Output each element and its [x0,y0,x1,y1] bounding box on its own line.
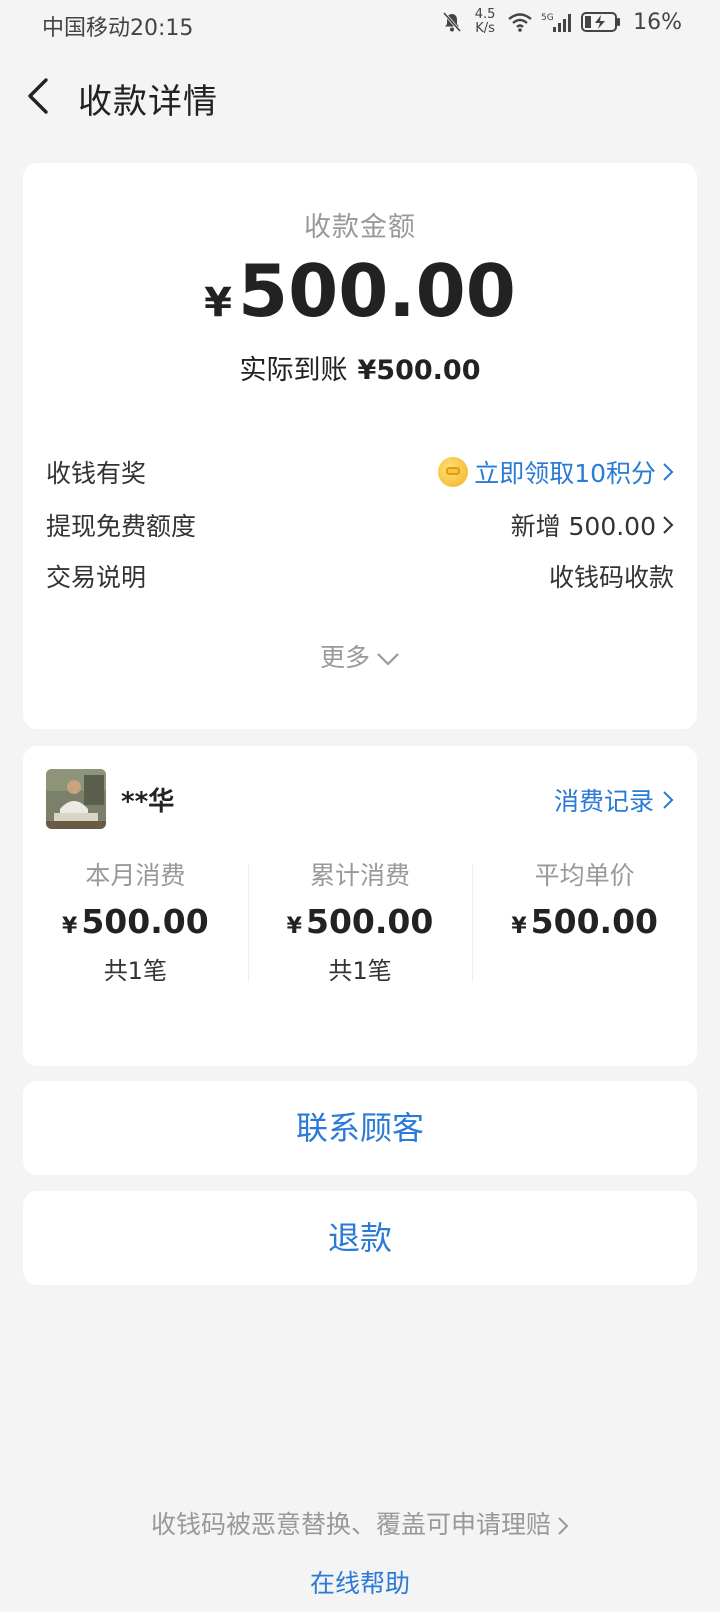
avatar-image [46,769,106,829]
free-quota-label: 提现免费额度 [46,512,197,541]
currency-symbol: ¥ [511,914,527,939]
battery-percent: 16% [633,9,682,35]
stat-total: 累计消费 ¥500.00 共1笔 [247,856,473,996]
status-bar: 中国移动20:15 4.5 K/s 5G 16% [0,0,720,48]
transaction-desc-label: 交易说明 [46,563,147,592]
stat-average: 平均单价 ¥500.00 [472,856,697,996]
net-speed: 4.5 K/s [471,8,499,36]
currency-symbol: ¥ [286,914,302,939]
customer-name: **华 [121,787,175,817]
stat-label: 本月消费 [85,861,186,890]
reward-link[interactable]: 立即领取10积分 [438,454,674,490]
currency-symbol: ¥ [62,914,78,939]
stat-value: ¥500.00 [248,902,473,941]
chevron-right-icon [663,791,674,809]
reward-value: 立即领取10积分 [474,459,656,488]
stat-value: ¥500.00 [472,902,697,941]
amount-label: 收款金额 [304,212,416,243]
refund-button[interactable]: 退款 [23,1191,697,1285]
stat-month: 本月消费 ¥500.00 共1笔 [23,856,248,996]
signal-5g-icon: 5G [541,13,572,32]
stat-count: 共1笔 [328,957,392,985]
claim-link[interactable]: 收钱码被恶意替换、覆盖可申请理赔 [0,1505,720,1541]
refund-card: 退款 [23,1191,697,1285]
amount-card: 收款金额 ¥500.00 实际到账 ¥500.00 收钱有奖 立即领取10积分 提… [23,163,697,729]
amount-currency: ¥ [204,280,232,326]
mute-bell-icon [442,12,462,32]
online-help-link[interactable]: 在线帮助 [0,1564,720,1600]
net-speed-value: 4.5 [474,7,496,22]
chevron-right-icon [663,516,674,534]
customer-stats: 本月消费 ¥500.00 共1笔 累计消费 ¥500.00 共1笔 平均单价 ¥… [23,856,697,996]
records-label: 消费记录 [553,787,654,816]
actual-label: 实际到账 [239,355,348,386]
customer-avatar[interactable] [46,769,106,829]
more-button[interactable]: 更多 [23,638,697,674]
transaction-desc-row: 交易说明 收钱码收款 [46,558,674,598]
customer-card: **华 消费记录 本月消费 ¥500.00 共1笔 累计消费 ¥500.00 共… [23,746,697,1066]
stat-value: ¥500.00 [23,902,248,941]
claim-text: 收钱码被恶意替换、覆盖可申请理赔 [150,1510,551,1539]
stat-count: 共1笔 [103,957,167,985]
svg-text:5G: 5G [541,13,554,23]
free-quota-link[interactable]: 新增 500.00 [511,507,674,543]
stat-amount: 500.00 [81,902,209,941]
actual-amount: ¥500.00 [357,355,481,386]
reward-row[interactable]: 收钱有奖 立即领取10积分 [46,454,674,494]
stat-label: 平均单价 [534,861,635,890]
net-speed-unit: K/s [475,21,495,36]
carrier-time: 中国移动20:15 [42,16,194,41]
transaction-desc-value: 收钱码收款 [548,563,674,592]
reward-label: 收钱有奖 [46,459,147,488]
status-icons: 4.5 K/s 5G 16% [441,8,682,36]
chevron-right-icon [663,463,674,481]
consumption-records-link[interactable]: 消费记录 [554,782,674,818]
contact-customer-button[interactable]: 联系顾客 [23,1081,697,1175]
back-arrow-icon[interactable] [20,74,60,118]
page-title: 收款详情 [78,82,218,122]
nav-bar: 收款详情 [0,56,720,136]
battery-charging-icon [581,12,621,32]
free-quota-value: 新增 500.00 [510,512,656,541]
actual-received: 实际到账 ¥500.00 [23,348,697,387]
contact-customer-card: 联系顾客 [23,1081,697,1175]
more-label: 更多 [319,643,370,672]
free-quota-row[interactable]: 提现免费额度 新增 500.00 [46,507,674,547]
coin-icon [438,457,469,487]
amount-value: 500.00 [238,249,516,333]
chevron-right-icon [558,1517,569,1535]
amount-display: ¥500.00 [23,249,697,333]
wifi-icon [508,13,532,32]
stat-amount: 500.00 [530,902,658,941]
chevron-down-icon [377,653,399,666]
stat-amount: 500.00 [305,902,434,941]
stat-label: 累计消费 [310,861,411,890]
